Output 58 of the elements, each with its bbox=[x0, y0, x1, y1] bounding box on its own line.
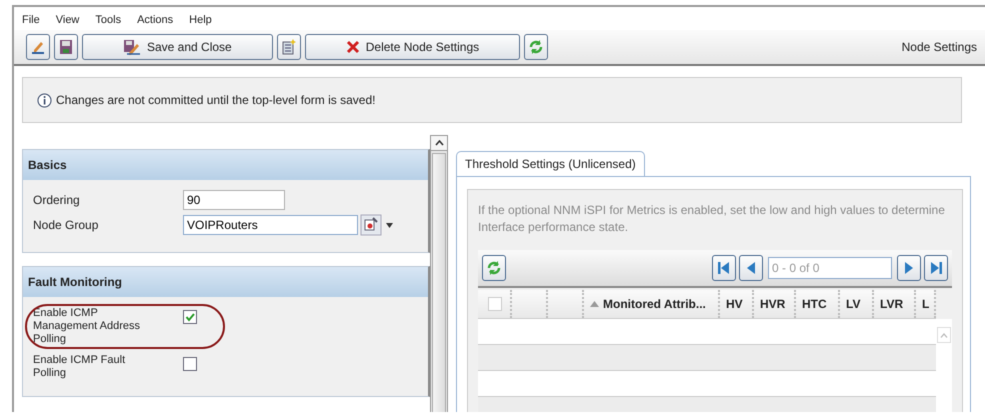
select-all-checkbox[interactable] bbox=[488, 297, 502, 311]
scroll-thumb[interactable] bbox=[432, 153, 446, 412]
tab[interactable]: Threshold Settings (Unlicensed) bbox=[456, 151, 645, 176]
checkbox[interactable] bbox=[183, 310, 197, 324]
page-field[interactable]: 0 - 0 of 0 bbox=[768, 257, 892, 279]
refresh-icon bbox=[528, 39, 544, 55]
menu-item[interactable]: View bbox=[56, 14, 80, 26]
sort-ascending-icon[interactable] bbox=[590, 301, 599, 307]
previous-icon bbox=[745, 261, 757, 275]
last-page-button[interactable] bbox=[924, 255, 948, 281]
toolbar-icon-button[interactable] bbox=[54, 34, 78, 60]
menu-item[interactable]: File bbox=[22, 14, 40, 26]
column-header[interactable]: Monitored Attrib... bbox=[603, 297, 706, 311]
checkbox[interactable] bbox=[183, 357, 197, 371]
next-page-button[interactable] bbox=[897, 255, 921, 281]
section-header: Fault Monitoring bbox=[23, 267, 428, 297]
column-header[interactable]: HV bbox=[726, 297, 743, 311]
last-page-icon bbox=[929, 261, 943, 275]
caret-icon[interactable] bbox=[386, 222, 393, 228]
field-label: Enable ICMP Fault Polling bbox=[33, 354, 126, 380]
refresh-icon bbox=[486, 260, 502, 276]
toolbar-button[interactable]: Save and Close bbox=[82, 34, 273, 60]
toolbar-icon-button[interactable] bbox=[26, 34, 50, 60]
field-label: Enable ICMP Management Address Polling bbox=[33, 307, 142, 346]
info-icon bbox=[37, 92, 52, 108]
floppy-pencil-icon bbox=[123, 39, 141, 55]
column-header[interactable]: HTC bbox=[802, 297, 827, 311]
menu-item[interactable]: Tools bbox=[95, 14, 122, 26]
scroll-up-icon bbox=[940, 332, 948, 338]
column-header[interactable]: LV bbox=[846, 297, 860, 311]
section-header: Basics bbox=[23, 150, 428, 180]
next-icon bbox=[903, 261, 915, 275]
field-label: Ordering bbox=[33, 193, 81, 207]
first-page-button[interactable] bbox=[712, 255, 736, 281]
toolbar-icon-button[interactable] bbox=[524, 34, 548, 60]
column-header[interactable]: HVR bbox=[760, 297, 786, 311]
column-header[interactable]: LVR bbox=[880, 297, 904, 311]
menu-item[interactable]: Help bbox=[189, 14, 212, 26]
toolbar-button[interactable]: Delete Node Settings bbox=[304, 34, 520, 60]
lookup-icon[interactable] bbox=[360, 214, 382, 236]
field-label: Node Group bbox=[33, 218, 100, 232]
description-text: If the optional NNM iSPI for Metrics is enabled, set the low and high values to determine Interface performance state. bbox=[478, 202, 946, 236]
pencil-icon bbox=[30, 39, 46, 55]
window-title: Node Settings bbox=[902, 40, 977, 54]
toolbar-icon-button[interactable] bbox=[276, 34, 301, 60]
node-group-field[interactable]: VOIPRouters bbox=[183, 215, 358, 235]
info-message: Changes are not committed until the top-level form is saved! bbox=[56, 93, 376, 107]
menu-item[interactable]: Actions bbox=[137, 14, 174, 26]
document-icon bbox=[280, 39, 297, 55]
refresh-button[interactable] bbox=[482, 255, 506, 281]
first-page-icon bbox=[717, 261, 731, 275]
scrollbar[interactable] bbox=[430, 135, 448, 412]
column-header[interactable]: L bbox=[922, 297, 930, 311]
scroll-up-icon[interactable] bbox=[434, 140, 444, 146]
close-icon bbox=[346, 40, 360, 54]
floppy-icon bbox=[59, 39, 73, 55]
ordering-field[interactable]: 90 bbox=[183, 190, 285, 210]
previous-page-button[interactable] bbox=[739, 255, 763, 281]
